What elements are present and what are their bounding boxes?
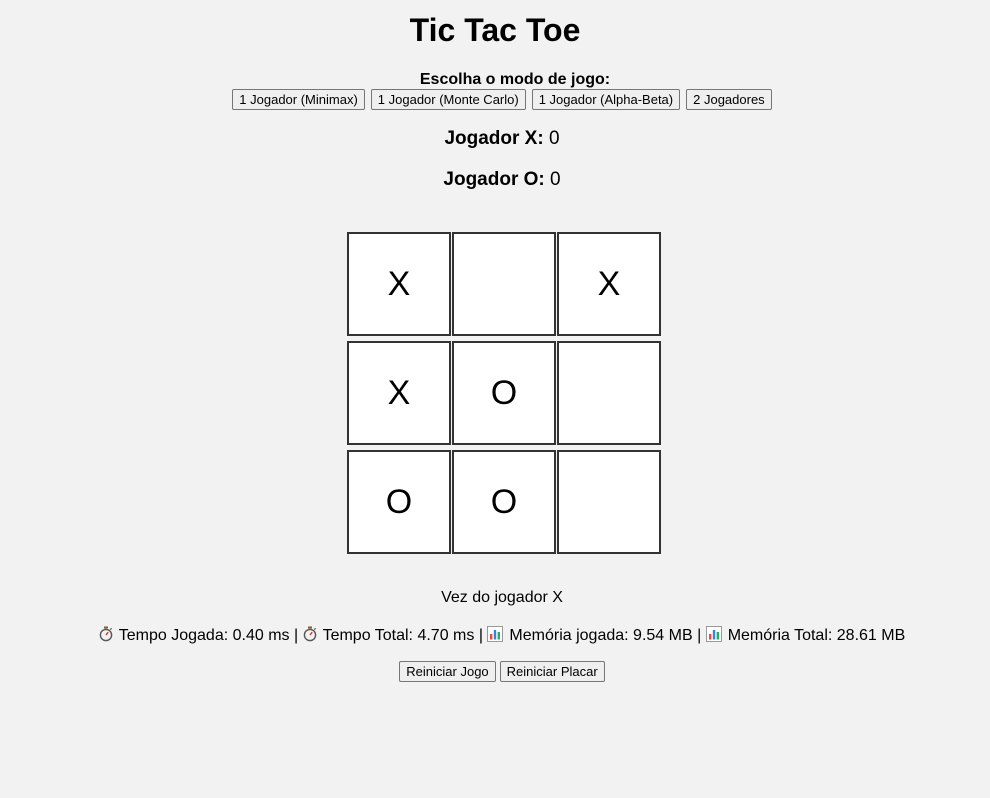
page-title: Tic Tac Toe bbox=[409, 12, 581, 48]
move-memory-text: Memória jogada: 9.54 MB bbox=[509, 627, 693, 644]
stats-separator: | bbox=[293, 627, 299, 644]
stopwatch-icon bbox=[99, 626, 113, 647]
actions: Reiniciar Jogo Reiniciar Placar bbox=[0, 661, 990, 682]
game-board: X X X O O O bbox=[347, 232, 661, 554]
board-cell-3[interactable]: X bbox=[347, 341, 451, 445]
turn-status: Vez do jogador X bbox=[441, 589, 563, 606]
score-x: Jogador X: 0 bbox=[0, 128, 990, 150]
board-cell-0[interactable]: X bbox=[347, 232, 451, 336]
restart-game-button[interactable]: Reiniciar Jogo bbox=[399, 661, 496, 682]
board-cell-6[interactable]: O bbox=[347, 450, 451, 554]
page: Tic Tac Toe Escolha o modo de jogo: 1 Jo… bbox=[0, 0, 990, 798]
board-cell-2[interactable]: X bbox=[557, 232, 661, 336]
score-o-label: Jogador O: bbox=[443, 169, 545, 190]
mode-two-players-button[interactable]: 2 Jogadores bbox=[686, 89, 772, 110]
board-cell-5[interactable] bbox=[557, 341, 661, 445]
stopwatch-icon bbox=[303, 626, 317, 647]
restart-score-button[interactable]: Reiniciar Placar bbox=[499, 661, 605, 682]
stats-separator: | bbox=[478, 627, 483, 644]
board-cell-7[interactable]: O bbox=[452, 450, 556, 554]
bar-chart-icon bbox=[705, 626, 722, 647]
total-memory-text: Memória Total: 28.61 MB bbox=[727, 627, 906, 644]
move-time-text: Tempo Jogada: 0.40 ms bbox=[118, 627, 290, 644]
mode-label: Escolha o modo de jogo: bbox=[419, 71, 611, 88]
board-cell-8[interactable] bbox=[557, 450, 661, 554]
board-cell-1[interactable] bbox=[452, 232, 556, 336]
total-time-text: Tempo Total: 4.70 ms bbox=[322, 627, 475, 644]
mode-buttons: 1 Jogador (Minimax) 1 Jogador (Monte Car… bbox=[0, 89, 990, 110]
score-x-value: 0 bbox=[548, 128, 560, 149]
stats-bar: Tempo Jogada: 0.40 ms | Tempo Total: 4.7… bbox=[0, 626, 990, 647]
bar-chart-icon bbox=[487, 626, 504, 647]
mode-alpha-beta-button[interactable]: 1 Jogador (Alpha-Beta) bbox=[531, 89, 681, 110]
score-o: Jogador O: 0 bbox=[0, 169, 990, 191]
stats-separator: | bbox=[697, 627, 702, 644]
mode-minimax-button[interactable]: 1 Jogador (Minimax) bbox=[232, 89, 365, 110]
score-o-value: 0 bbox=[550, 169, 561, 190]
mode-monte-carlo-button[interactable]: 1 Jogador (Monte Carlo) bbox=[370, 89, 526, 110]
board-cell-4[interactable]: O bbox=[452, 341, 556, 445]
score-x-label: Jogador X: bbox=[444, 128, 544, 149]
